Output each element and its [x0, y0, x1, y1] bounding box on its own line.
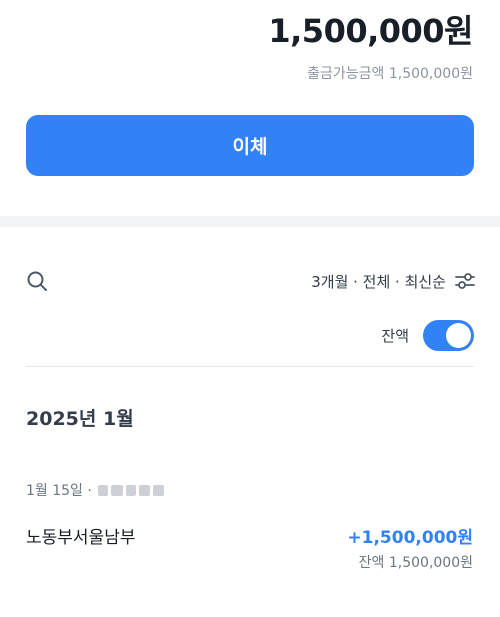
transaction-amount: +1,500,000원	[347, 528, 473, 548]
balance-section: 1,500,000원 출금가능금액 1,500,000원 이체	[0, 0, 500, 216]
balance-toggle-row: 잔액	[381, 320, 474, 351]
masked-memo	[97, 483, 166, 497]
divider-line	[26, 366, 474, 367]
search-icon[interactable]	[26, 270, 48, 292]
withdrawable-amount: 출금가능금액 1,500,000원	[307, 66, 473, 82]
transaction-title[interactable]: 노동부서울남부	[26, 523, 135, 548]
toggle-knob	[446, 323, 471, 348]
section-divider	[0, 216, 500, 227]
transaction-balance: 잔액 1,500,000원	[358, 555, 473, 571]
balance-toggle-label: 잔액	[381, 327, 409, 345]
filter-summary-label: 3개월 · 전체 · 최신순	[311, 272, 446, 291]
month-header: 2025년 1월	[26, 408, 134, 430]
balance-toggle[interactable]	[423, 320, 474, 351]
balance-amount: 1,500,000원	[268, 12, 473, 50]
transaction-meta: 1월 15일 ·	[26, 480, 166, 500]
account-detail-screen: 1,500,000원 출금가능금액 1,500,000원 이체 3개월 · 전체…	[0, 0, 500, 617]
transfer-button[interactable]: 이체	[26, 115, 474, 176]
transaction-date: 1월 15일 ·	[26, 483, 92, 499]
filter-sliders-icon	[455, 273, 475, 289]
filter-button[interactable]: 3개월 · 전체 · 최신순	[311, 270, 476, 292]
